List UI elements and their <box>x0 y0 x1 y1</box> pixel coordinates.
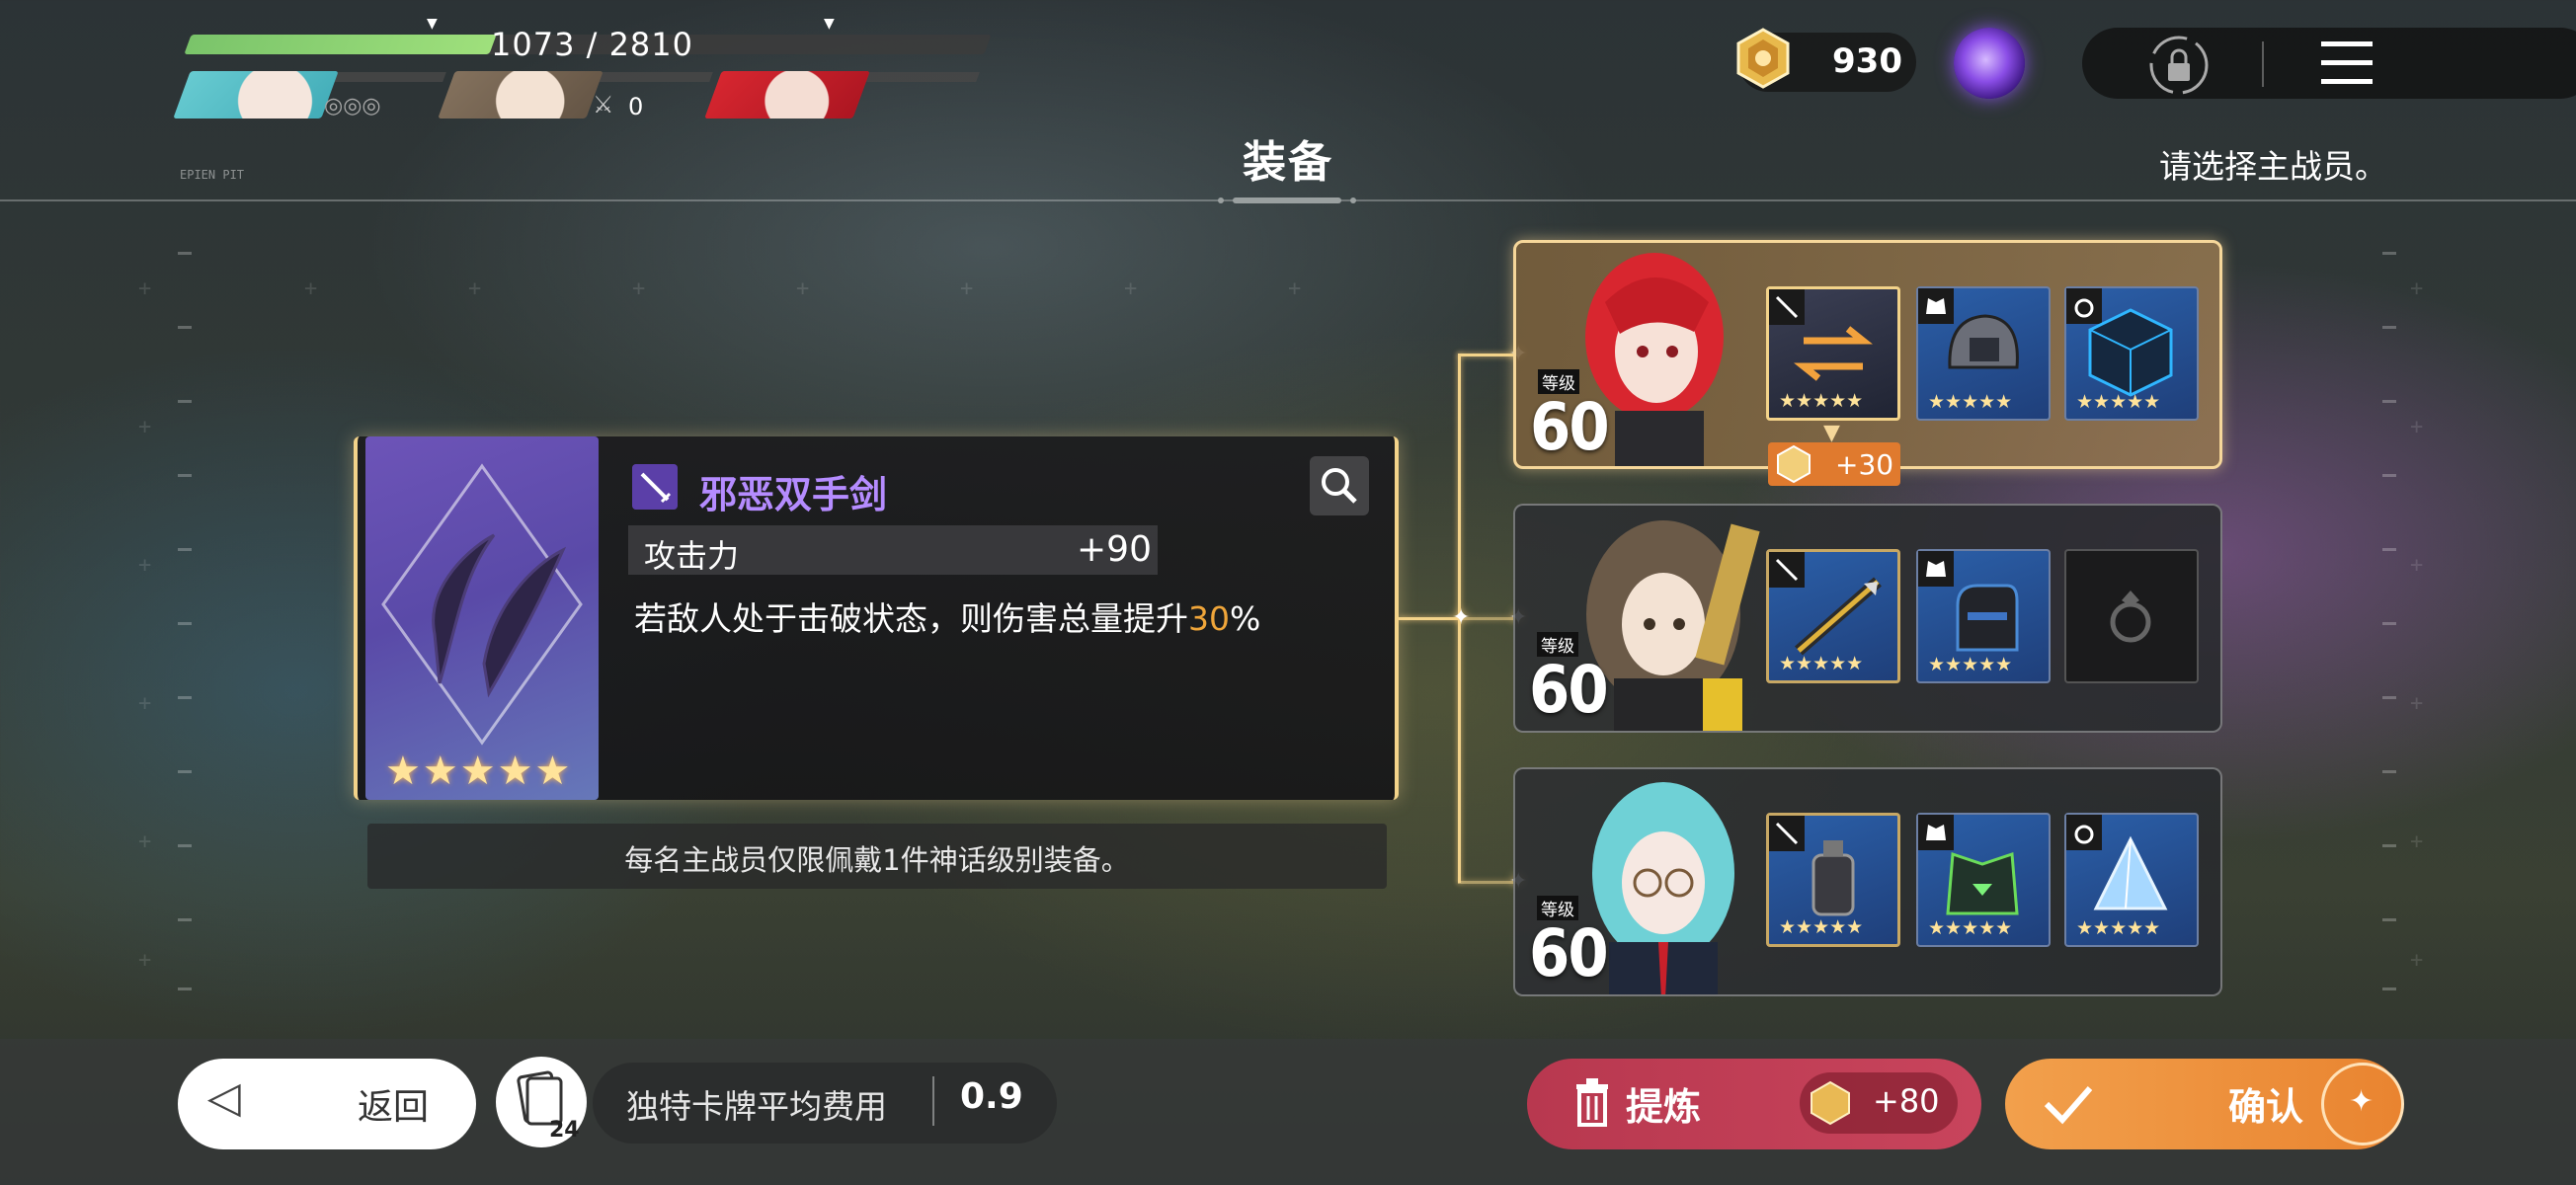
weapon-type-icon <box>632 464 678 510</box>
small-logo: EPIEN PIT <box>180 168 245 182</box>
accessory-slot[interactable]: ★★★★★ <box>2064 813 2199 947</box>
hp-marker-icon: ▼ <box>824 16 835 32</box>
header-handle <box>1218 198 1356 203</box>
hp-marker-icon: ▼ <box>427 16 438 32</box>
back-label: 返回 <box>358 1087 430 1128</box>
level-value: 60 <box>1530 389 1610 465</box>
armor-slot[interactable]: ★★★★★ <box>1916 549 2051 683</box>
mythic-limit-note: 每名主战员仅限佩戴1件神话级别装备。 <box>624 843 1130 877</box>
hp-bar-fill <box>184 35 498 54</box>
check-icon <box>2044 1086 2093 1125</box>
selection-hint: 请选择主战员。 <box>2159 147 2387 186</box>
gem-icon <box>1777 444 1811 484</box>
page-title: 装备 <box>1243 137 1333 188</box>
accessory-slot[interactable]: ★★★★★ <box>2064 286 2199 421</box>
equipment-effect: 若敌人处于击破状态，则伤害总量提升30% <box>634 599 1261 638</box>
level-value: 60 <box>1529 915 1609 991</box>
ring-icon <box>2110 591 2151 643</box>
menu-icon[interactable] <box>2321 40 2373 87</box>
sword-icon: ⚔ <box>593 91 614 118</box>
party-member-portrait[interactable] <box>704 71 870 118</box>
refine-cost: +80 <box>1873 1082 1940 1120</box>
currency-value: 930 <box>1832 41 1902 81</box>
hp-text: 1073 / 2810 <box>491 26 693 63</box>
inspect-button[interactable] <box>1310 456 1369 515</box>
party-member-portrait[interactable] <box>438 71 604 118</box>
gem-icon <box>1811 1080 1850 1126</box>
stat-label: 攻击力 <box>644 537 740 575</box>
level-value: 60 <box>1529 652 1609 728</box>
search-icon <box>1322 468 1357 504</box>
weapon-slot[interactable]: ★★★★★ <box>1766 549 1900 683</box>
armor-slot[interactable]: ★★★★★ <box>1916 813 2051 947</box>
spark-icon: ✦ <box>1452 605 1471 630</box>
avg-cost-label: 独特卡牌平均费用 <box>626 1087 887 1126</box>
avg-cost-value: 0.9 <box>960 1076 1023 1117</box>
relic-orb-icon[interactable] <box>1954 28 2025 99</box>
equipment-name: 邪恶双手剑 <box>699 473 888 516</box>
bonus-value: +30 <box>1835 448 1894 481</box>
confirm-label: 确认 <box>2228 1085 2304 1129</box>
divider <box>932 1076 934 1126</box>
refine-label: 提炼 <box>1626 1085 1702 1129</box>
toolbar-divider <box>2262 41 2264 87</box>
party-member-portrait[interactable] <box>173 71 339 118</box>
trash-icon <box>1576 1078 1608 1127</box>
weapon-slot[interactable]: ★★★★★ <box>1766 813 1900 947</box>
accessory-slot-empty[interactable] <box>2064 549 2199 683</box>
weapon-slot[interactable]: ★★★★★ <box>1766 286 1900 421</box>
status-icons: ◎◎◎ <box>324 94 381 118</box>
equipment-artwork <box>365 436 599 800</box>
lock-icon[interactable] <box>2145 32 2213 99</box>
member-count: 0 <box>628 93 644 120</box>
back-arrow-icon: ◁ <box>207 1072 241 1123</box>
stat-value: +90 <box>1077 529 1152 570</box>
armor-slot[interactable]: ★★★★★ <box>1916 286 2051 421</box>
equipment-stars: ★★★★★ <box>385 749 573 794</box>
deck-count: 24 <box>549 1118 580 1143</box>
spark-icon: ✦ <box>2349 1084 2375 1119</box>
gem-icon <box>1736 28 1790 89</box>
